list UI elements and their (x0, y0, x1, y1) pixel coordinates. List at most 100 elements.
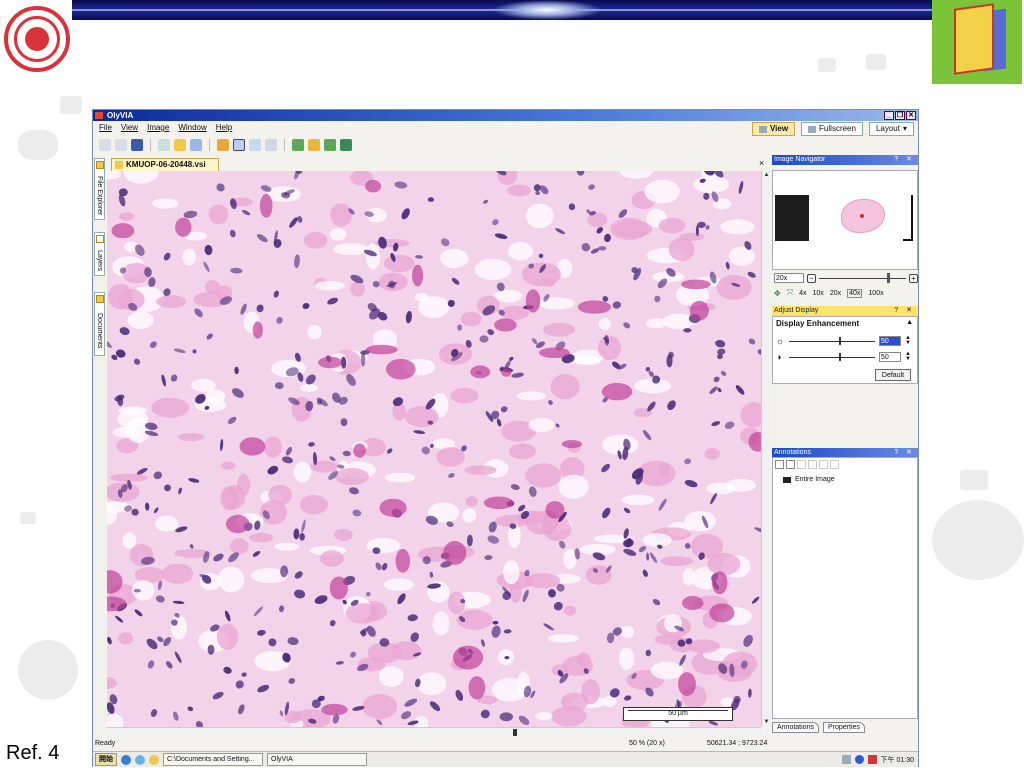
add-annotation-icon[interactable] (797, 460, 806, 469)
tab-documents-label: Documents (96, 313, 103, 349)
horizontal-scrollbar[interactable] (107, 727, 761, 736)
mag-40x[interactable]: 40x (847, 288, 863, 298)
delete-annotation-icon[interactable] (819, 460, 828, 469)
browser-icon[interactable] (121, 754, 131, 765)
scroll-up-icon[interactable]: ▲ (763, 172, 770, 179)
print-icon[interactable] (340, 139, 352, 151)
close-button[interactable]: ✕ (906, 111, 916, 120)
contrast-slider[interactable] (789, 352, 875, 361)
document-tab[interactable]: KMUOP-06-20448.vsi (111, 158, 219, 171)
fit-icon[interactable]: ⤧ (787, 288, 793, 298)
network-icon[interactable] (841, 755, 851, 764)
slide-header-bar (72, 0, 934, 20)
mag-20x[interactable]: 20x (830, 290, 841, 297)
brightness-spinner-icon[interactable]: ▲ ▼ (905, 335, 911, 346)
tree-view-icon[interactable] (775, 460, 784, 469)
tab-layers[interactable]: Layers (94, 232, 105, 276)
collapse-icon[interactable]: ▲ (906, 319, 913, 326)
region-icon[interactable] (265, 139, 277, 151)
navigator-thumbnail[interactable] (775, 193, 917, 245)
layout-label: Layout (875, 124, 900, 133)
olyvia-window: OlyVIA _ ❐ ✕ File View Image Window Help… (92, 109, 919, 767)
slide-edge (903, 195, 913, 241)
brightness-handle[interactable] (838, 336, 841, 345)
decor-square (866, 54, 886, 70)
tab-file-explorer[interactable]: File Explorer (94, 158, 105, 220)
save-icon[interactable] (190, 139, 202, 151)
annotation-item-label: Entire Image (795, 476, 835, 483)
decor-blob (18, 130, 58, 160)
layout-dropdown[interactable]: Layout ▾ (868, 122, 914, 136)
new-icon[interactable] (99, 139, 111, 151)
export-annotation-icon[interactable] (830, 460, 839, 469)
tab-fullscreen[interactable]: Fullscreen (801, 122, 863, 136)
start-button[interactable]: 開始 (95, 753, 117, 766)
annotation-entire-image[interactable]: Entire Image (783, 476, 835, 483)
zoom-select[interactable]: 20x (774, 273, 804, 283)
measure-icon[interactable] (308, 139, 320, 151)
magnification-presets: ✥ ⤧ 4x 10x 20x 40x 100x (772, 287, 918, 299)
annotations-panel: Entire Image (772, 457, 918, 719)
contrast-value[interactable]: 50 (879, 352, 901, 362)
brightness-value[interactable]: 50 (879, 336, 901, 346)
zoom-slider-handle[interactable] (886, 272, 890, 283)
folder-icon (96, 161, 104, 169)
folder-icon[interactable] (149, 754, 159, 765)
brightness-icon: ☼ (776, 335, 785, 346)
contrast-handle[interactable] (838, 352, 841, 361)
tab-properties[interactable]: Properties (822, 722, 865, 733)
mag-4x[interactable]: 4x (799, 290, 806, 297)
status-ready: Ready (95, 740, 116, 747)
mag-100x[interactable]: 100x (868, 290, 883, 297)
task-olyvia[interactable]: OlyVIA (267, 753, 367, 766)
task-explorer[interactable]: C:\Documents and Setting... (163, 753, 263, 766)
list-icon[interactable] (115, 139, 127, 151)
decor-square (60, 96, 82, 114)
security-icon[interactable] (867, 755, 877, 764)
minimize-button[interactable]: _ (884, 111, 894, 120)
export-icon[interactable] (324, 139, 336, 151)
quicklaunch-icon[interactable] (135, 754, 145, 765)
tab-documents[interactable]: Documents (94, 292, 105, 356)
menu-help[interactable]: Help (216, 122, 232, 134)
contrast-spinner-icon[interactable]: ▲ ▼ (905, 351, 911, 362)
scroll-down-icon[interactable]: ▼ (763, 719, 770, 726)
list-view-icon[interactable] (786, 460, 795, 469)
folder-icon[interactable] (174, 139, 186, 151)
restore-button[interactable]: ❐ (895, 111, 905, 120)
status-bar: Ready 50 % (20 x) 50621.34 ; 9723.24 (93, 738, 918, 750)
close-document-icon[interactable]: × (759, 158, 767, 168)
pan-icon[interactable]: ✥ (774, 289, 781, 298)
edit-annotation-icon[interactable] (808, 460, 817, 469)
select-icon[interactable] (233, 139, 245, 151)
undo-icon[interactable] (158, 139, 170, 151)
hand-icon[interactable] (217, 139, 229, 151)
image-navigator-panel[interactable] (772, 170, 918, 270)
zoom-slider[interactable] (819, 272, 906, 283)
mag-10x[interactable]: 10x (813, 290, 824, 297)
panel-controls[interactable]: ? ✕ (894, 306, 915, 316)
tab-annotations[interactable]: Annotations (772, 722, 819, 733)
brightness-slider[interactable] (789, 336, 875, 345)
scroll-thumb[interactable] (513, 729, 517, 736)
zoom-out-button[interactable]: − (807, 273, 816, 283)
menu-view[interactable]: View (121, 122, 138, 134)
slide-image-viewer[interactable] (107, 171, 761, 727)
document-tab-label: KMUOP-06-20448.vsi (126, 160, 206, 169)
zoom-in-button[interactable]: + (909, 273, 918, 283)
decor-square (20, 512, 36, 524)
zoom-icon[interactable] (249, 139, 261, 151)
menu-image[interactable]: Image (147, 122, 169, 134)
default-button[interactable]: Default (875, 369, 911, 381)
panel-tabs: Annotations Properties (772, 722, 865, 733)
tab-view[interactable]: View (751, 122, 796, 136)
view-mode-tabs: View Fullscreen Layout ▾ (751, 122, 914, 136)
menu-window[interactable]: Window (178, 122, 206, 134)
update-icon[interactable] (854, 755, 864, 764)
annotation-icon[interactable] (292, 139, 304, 151)
panel-icon[interactable] (131, 139, 143, 151)
panel-controls[interactable]: ? ✕ (894, 155, 915, 165)
side-panel-strip: File Explorer Layers Documents (93, 158, 106, 738)
menu-file[interactable]: File (99, 122, 112, 134)
vertical-scrollbar[interactable]: ▲ ▼ (761, 171, 770, 727)
